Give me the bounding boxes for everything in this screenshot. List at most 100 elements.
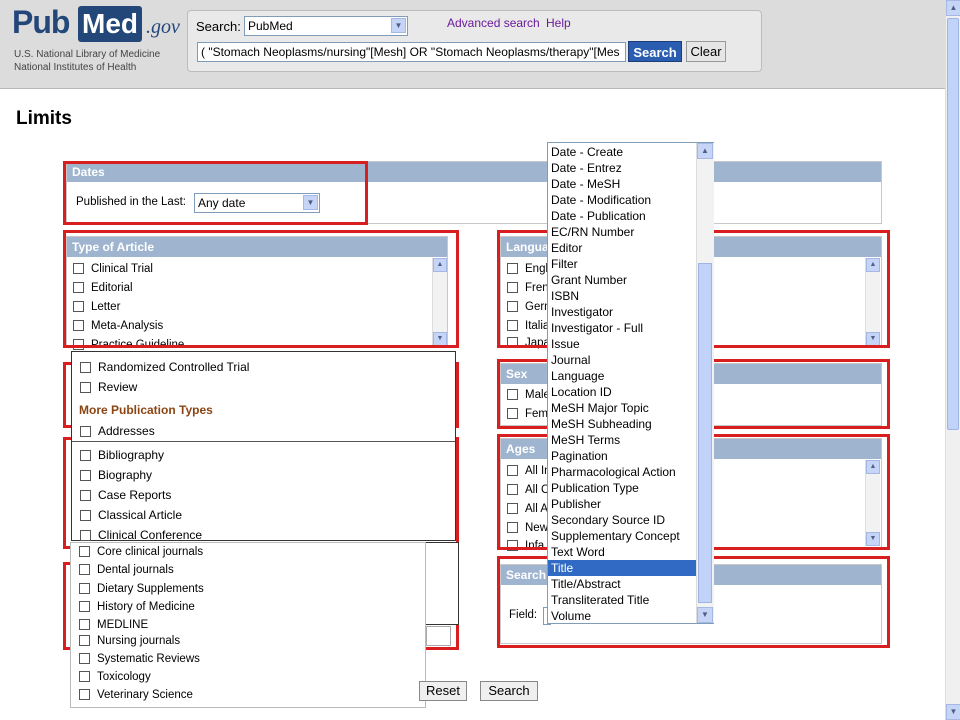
checkbox-row[interactable]: Japa (507, 337, 550, 349)
field-option[interactable]: Date - Create (548, 144, 698, 160)
field-option[interactable]: Volume (548, 608, 698, 623)
type-list-scrollbar[interactable]: ▲ ▼ (432, 258, 447, 346)
field-option[interactable]: Investigator (548, 304, 698, 320)
checkbox[interactable] (80, 510, 91, 522)
checkbox[interactable] (507, 282, 518, 294)
checkbox[interactable] (80, 490, 91, 502)
scroll-down-icon[interactable]: ▼ (433, 332, 447, 346)
languages-scrollbar[interactable]: ▲ ▼ (865, 258, 880, 346)
checkbox[interactable] (507, 337, 518, 349)
field-option[interactable]: Date - Modification (548, 192, 698, 208)
checkbox-row[interactable]: Dental journals (79, 564, 174, 576)
field-option[interactable]: Issue (548, 336, 698, 352)
checkbox-row[interactable]: All In (507, 465, 551, 477)
field-option[interactable]: MeSH Major Topic (548, 400, 698, 416)
checkbox-row[interactable]: Randomized Controlled Trial (80, 360, 249, 374)
checkbox-row[interactable]: Engl (507, 263, 548, 275)
checkbox[interactable] (79, 601, 90, 613)
checkbox[interactable] (79, 619, 90, 631)
limits-search-button[interactable]: Search (480, 681, 538, 701)
scrollbar-thumb[interactable] (698, 263, 712, 603)
checkbox[interactable] (73, 263, 84, 275)
field-option[interactable]: Investigator - Full (548, 320, 698, 336)
checkbox[interactable] (507, 301, 518, 313)
ages-scrollbar[interactable]: ▲ ▼ (865, 460, 880, 546)
search-query-input[interactable]: ( "Stomach Neoplasms/nursing"[Mesh] OR "… (197, 42, 626, 62)
field-option[interactable]: Transliterated Title (548, 592, 698, 608)
search-button[interactable]: Search (628, 41, 682, 62)
scroll-up-icon[interactable]: ▲ (866, 258, 880, 272)
scroll-down-icon[interactable]: ▼ (697, 607, 713, 623)
help-link[interactable]: Help (546, 16, 571, 30)
field-option[interactable]: Text Word (548, 544, 698, 560)
checkbox[interactable] (80, 470, 91, 482)
checkbox[interactable] (79, 653, 90, 665)
checkbox-row[interactable]: Dietary Supplements (79, 583, 204, 595)
scroll-down-icon[interactable]: ▼ (866, 332, 880, 346)
published-date-select[interactable]: Any date ▼ (194, 193, 320, 213)
checkbox[interactable] (507, 503, 518, 515)
field-option[interactable]: Grant Number (548, 272, 698, 288)
scroll-up-icon[interactable]: ▲ (946, 0, 960, 16)
checkbox-row[interactable]: Classical Article (80, 508, 182, 522)
checkbox[interactable] (507, 389, 518, 401)
field-option[interactable]: Filter (548, 256, 698, 272)
field-option[interactable]: Publication Type (548, 480, 698, 496)
checkbox[interactable] (79, 671, 90, 683)
page-scrollbar[interactable]: ▲ ▼ (945, 0, 960, 720)
search-field-dropdown[interactable]: Date - Create Date - Entrez Date - MeSH Dat… (547, 142, 714, 624)
checkbox[interactable] (79, 689, 90, 701)
field-option[interactable]: Title/Abstract (548, 576, 698, 592)
database-select[interactable]: PubMed ▼ (244, 16, 408, 36)
reset-button[interactable]: Reset (419, 681, 467, 701)
checkbox[interactable] (73, 301, 84, 313)
checkbox-row[interactable]: Editorial (73, 282, 133, 294)
checkbox[interactable] (80, 382, 91, 394)
field-option[interactable]: Location ID (548, 384, 698, 400)
checkbox[interactable] (80, 426, 91, 438)
checkbox-row[interactable]: Nursing journals (79, 635, 180, 647)
checkbox-row[interactable]: Bibliography (80, 448, 164, 462)
checkbox[interactable] (507, 522, 518, 534)
field-option[interactable]: Publisher (548, 496, 698, 512)
field-option[interactable]: Date - MeSH (548, 176, 698, 192)
checkbox-row[interactable]: Case Reports (80, 488, 171, 502)
field-option[interactable]: Date - Publication (548, 208, 698, 224)
field-option[interactable]: Date - Entrez (548, 160, 698, 176)
checkbox[interactable] (507, 263, 518, 275)
field-option[interactable]: Secondary Source ID (548, 512, 698, 528)
scroll-down-icon[interactable]: ▼ (946, 704, 960, 720)
field-option[interactable]: MeSH Subheading (548, 416, 698, 432)
checkbox-row[interactable]: Male (507, 389, 550, 401)
field-option[interactable]: EC/RN Number (548, 224, 698, 240)
checkbox[interactable] (80, 362, 91, 374)
checkbox-row[interactable]: MEDLINE (79, 619, 148, 631)
checkbox-row[interactable]: Clinical Trial (73, 263, 153, 275)
checkbox-row[interactable]: Systematic Reviews (79, 653, 200, 665)
checkbox[interactable] (507, 540, 518, 552)
scrollbar-thumb[interactable] (947, 18, 959, 430)
checkbox-row[interactable]: Veterinary Science (79, 689, 193, 701)
chevron-down-icon[interactable]: ▼ (303, 195, 318, 210)
chevron-down-icon[interactable]: ▼ (391, 18, 406, 33)
checkbox-row[interactable]: Review (80, 380, 137, 394)
checkbox[interactable] (79, 546, 90, 558)
checkbox[interactable] (80, 450, 91, 462)
advanced-search-link[interactable]: Advanced search (447, 16, 540, 30)
field-dropdown-scrollbar[interactable]: ▲ ▼ (696, 143, 714, 623)
checkbox-row[interactable]: Biography (80, 468, 152, 482)
field-option[interactable]: Pagination (548, 448, 698, 464)
checkbox[interactable] (507, 320, 518, 332)
checkbox-row[interactable]: Toxicology (79, 671, 151, 683)
checkbox-row[interactable]: Infa (507, 540, 544, 552)
checkbox-row[interactable]: All A (507, 503, 548, 515)
scroll-up-icon[interactable]: ▲ (697, 143, 713, 159)
checkbox-row[interactable]: New (507, 522, 548, 534)
checkbox-row[interactable]: Letter (73, 301, 120, 313)
scroll-up-icon[interactable]: ▲ (433, 258, 447, 272)
checkbox-row[interactable]: Italia (507, 320, 549, 332)
checkbox[interactable] (507, 465, 518, 477)
pubmed-logo[interactable]: Pub Med .gov (12, 4, 182, 48)
checkbox[interactable] (507, 484, 518, 496)
field-option[interactable]: Pharmacological Action (548, 464, 698, 480)
